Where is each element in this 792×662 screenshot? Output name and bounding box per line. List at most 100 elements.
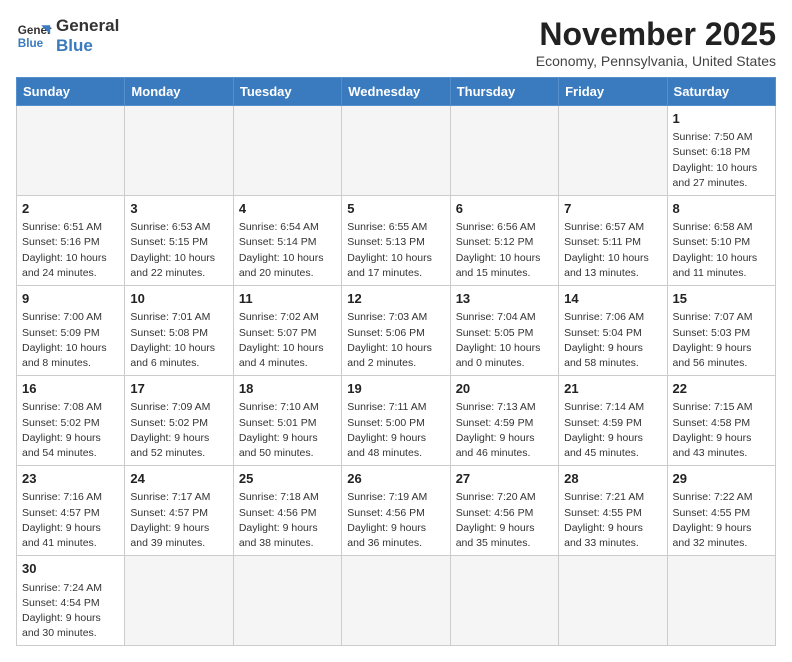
day-info: Sunrise: 7:16 AMSunset: 4:57 PMDaylight:… [22,490,119,551]
calendar-cell [342,106,450,196]
calendar-cell: 16 Sunrise: 7:08 AMSunset: 5:02 PMDayligh… [17,376,125,466]
calendar-cell [125,106,233,196]
day-number: 6 [456,200,553,218]
logo-blue: Blue [56,36,119,56]
calendar-cell: 18 Sunrise: 7:10 AMSunset: 5:01 PMDayligh… [233,376,341,466]
day-info: Sunrise: 7:17 AMSunset: 4:57 PMDaylight:… [130,490,227,551]
day-info: Sunrise: 6:54 AMSunset: 5:14 PMDaylight:… [239,220,336,281]
day-info: Sunrise: 7:20 AMSunset: 4:56 PMDaylight:… [456,490,553,551]
calendar-cell [125,556,233,646]
calendar-cell: 10Sunrise: 7:01 AMSunset: 5:08 PMDayligh… [125,286,233,376]
calendar-cell: 3 Sunrise: 6:53 AMSunset: 5:15 PMDaylight… [125,196,233,286]
calendar-header-sunday: Sunday [17,78,125,106]
calendar-cell [342,556,450,646]
logo-icon: General Blue [16,18,52,54]
calendar-week-3: 16 Sunrise: 7:08 AMSunset: 5:02 PMDayligh… [17,376,776,466]
calendar-cell: 21 Sunrise: 7:14 AMSunset: 4:59 PMDayligh… [559,376,667,466]
day-info: Sunrise: 7:19 AMSunset: 4:56 PMDaylight:… [347,490,444,551]
day-number: 5 [347,200,444,218]
day-info: Sunrise: 6:55 AMSunset: 5:13 PMDaylight:… [347,220,444,281]
day-number: 17 [130,380,227,398]
day-number: 27 [456,470,553,488]
day-info: Sunrise: 6:56 AMSunset: 5:12 PMDaylight:… [456,220,553,281]
day-info: Sunrise: 7:22 AMSunset: 4:55 PMDaylight:… [673,490,770,551]
day-number: 20 [456,380,553,398]
day-info: Sunrise: 7:21 AMSunset: 4:55 PMDaylight:… [564,490,661,551]
calendar-cell: 23 Sunrise: 7:16 AMSunset: 4:57 PMDayligh… [17,466,125,556]
day-info: Sunrise: 7:11 AMSunset: 5:00 PMDaylight:… [347,400,444,461]
calendar-cell: 7 Sunrise: 6:57 AMSunset: 5:11 PMDaylight… [559,196,667,286]
calendar-header-row: SundayMondayTuesdayWednesdayThursdayFrid… [17,78,776,106]
day-info: Sunrise: 7:10 AMSunset: 5:01 PMDaylight:… [239,400,336,461]
calendar-week-5: 30 Sunrise: 7:24 AMSunset: 4:54 PMDayligh… [17,556,776,646]
calendar-header-wednesday: Wednesday [342,78,450,106]
day-info: Sunrise: 7:04 AMSunset: 5:05 PMDaylight:… [456,310,553,371]
day-number: 11 [239,290,336,308]
day-info: Sunrise: 6:57 AMSunset: 5:11 PMDaylight:… [564,220,661,281]
calendar-header-saturday: Saturday [667,78,775,106]
day-info: Sunrise: 7:03 AMSunset: 5:06 PMDaylight:… [347,310,444,371]
day-info: Sunrise: 7:06 AMSunset: 5:04 PMDaylight:… [564,310,661,371]
logo-general: General [56,16,119,36]
calendar-cell: 8Sunrise: 6:58 AMSunset: 5:10 PMDaylight… [667,196,775,286]
calendar-week-1: 2Sunrise: 6:51 AMSunset: 5:16 PMDaylight… [17,196,776,286]
page-header: General Blue General Blue November 2025 … [16,16,776,69]
day-number: 12 [347,290,444,308]
day-number: 30 [22,560,119,578]
day-info: Sunrise: 6:58 AMSunset: 5:10 PMDaylight:… [673,220,770,281]
title-area: November 2025 Economy, Pennsylvania, Uni… [536,16,776,69]
calendar-cell [559,556,667,646]
day-number: 10 [130,290,227,308]
day-number: 1 [673,110,770,128]
day-number: 4 [239,200,336,218]
day-info: Sunrise: 6:53 AMSunset: 5:15 PMDaylight:… [130,220,227,281]
day-info: Sunrise: 7:08 AMSunset: 5:02 PMDaylight:… [22,400,119,461]
subtitle: Economy, Pennsylvania, United States [536,53,776,69]
logo: General Blue General Blue [16,16,119,55]
calendar-cell: 19Sunrise: 7:11 AMSunset: 5:00 PMDayligh… [342,376,450,466]
day-number: 22 [673,380,770,398]
calendar-cell: 26Sunrise: 7:19 AMSunset: 4:56 PMDayligh… [342,466,450,556]
calendar-header-thursday: Thursday [450,78,558,106]
calendar-header-friday: Friday [559,78,667,106]
svg-text:Blue: Blue [18,36,44,49]
day-number: 16 [22,380,119,398]
day-number: 13 [456,290,553,308]
calendar-cell: 2Sunrise: 6:51 AMSunset: 5:16 PMDaylight… [17,196,125,286]
day-info: Sunrise: 7:09 AMSunset: 5:02 PMDaylight:… [130,400,227,461]
calendar-cell: 1Sunrise: 7:50 AMSunset: 6:18 PMDaylight… [667,106,775,196]
calendar-cell: 24Sunrise: 7:17 AMSunset: 4:57 PMDayligh… [125,466,233,556]
calendar-cell: 5 Sunrise: 6:55 AMSunset: 5:13 PMDaylight… [342,196,450,286]
calendar-cell: 15 Sunrise: 7:07 AMSunset: 5:03 PMDayligh… [667,286,775,376]
day-info: Sunrise: 7:14 AMSunset: 4:59 PMDaylight:… [564,400,661,461]
day-number: 15 [673,290,770,308]
day-number: 28 [564,470,661,488]
day-info: Sunrise: 7:07 AMSunset: 5:03 PMDaylight:… [673,310,770,371]
calendar-cell: 20 Sunrise: 7:13 AMSunset: 4:59 PMDayligh… [450,376,558,466]
day-info: Sunrise: 7:24 AMSunset: 4:54 PMDaylight:… [22,581,119,642]
day-number: 23 [22,470,119,488]
calendar-cell: 22Sunrise: 7:15 AMSunset: 4:58 PMDayligh… [667,376,775,466]
calendar-cell: 27 Sunrise: 7:20 AMSunset: 4:56 PMDayligh… [450,466,558,556]
day-number: 29 [673,470,770,488]
day-number: 21 [564,380,661,398]
calendar-cell: 6 Sunrise: 6:56 AMSunset: 5:12 PMDaylight… [450,196,558,286]
calendar-cell: 28 Sunrise: 7:21 AMSunset: 4:55 PMDayligh… [559,466,667,556]
day-number: 3 [130,200,227,218]
calendar-week-0: 1Sunrise: 7:50 AMSunset: 6:18 PMDaylight… [17,106,776,196]
day-info: Sunrise: 7:02 AMSunset: 5:07 PMDaylight:… [239,310,336,371]
day-info: Sunrise: 7:00 AMSunset: 5:09 PMDaylight:… [22,310,119,371]
day-number: 7 [564,200,661,218]
calendar-cell: 25Sunrise: 7:18 AMSunset: 4:56 PMDayligh… [233,466,341,556]
calendar-table: SundayMondayTuesdayWednesdayThursdayFrid… [16,77,776,646]
day-info: Sunrise: 7:13 AMSunset: 4:59 PMDaylight:… [456,400,553,461]
day-number: 18 [239,380,336,398]
calendar-header-tuesday: Tuesday [233,78,341,106]
calendar-cell: 9 Sunrise: 7:00 AMSunset: 5:09 PMDaylight… [17,286,125,376]
calendar-cell: 17 Sunrise: 7:09 AMSunset: 5:02 PMDayligh… [125,376,233,466]
day-number: 9 [22,290,119,308]
calendar-week-2: 9 Sunrise: 7:00 AMSunset: 5:09 PMDaylight… [17,286,776,376]
calendar-cell: 29 Sunrise: 7:22 AMSunset: 4:55 PMDayligh… [667,466,775,556]
calendar-cell: 12 Sunrise: 7:03 AMSunset: 5:06 PMDayligh… [342,286,450,376]
day-number: 14 [564,290,661,308]
